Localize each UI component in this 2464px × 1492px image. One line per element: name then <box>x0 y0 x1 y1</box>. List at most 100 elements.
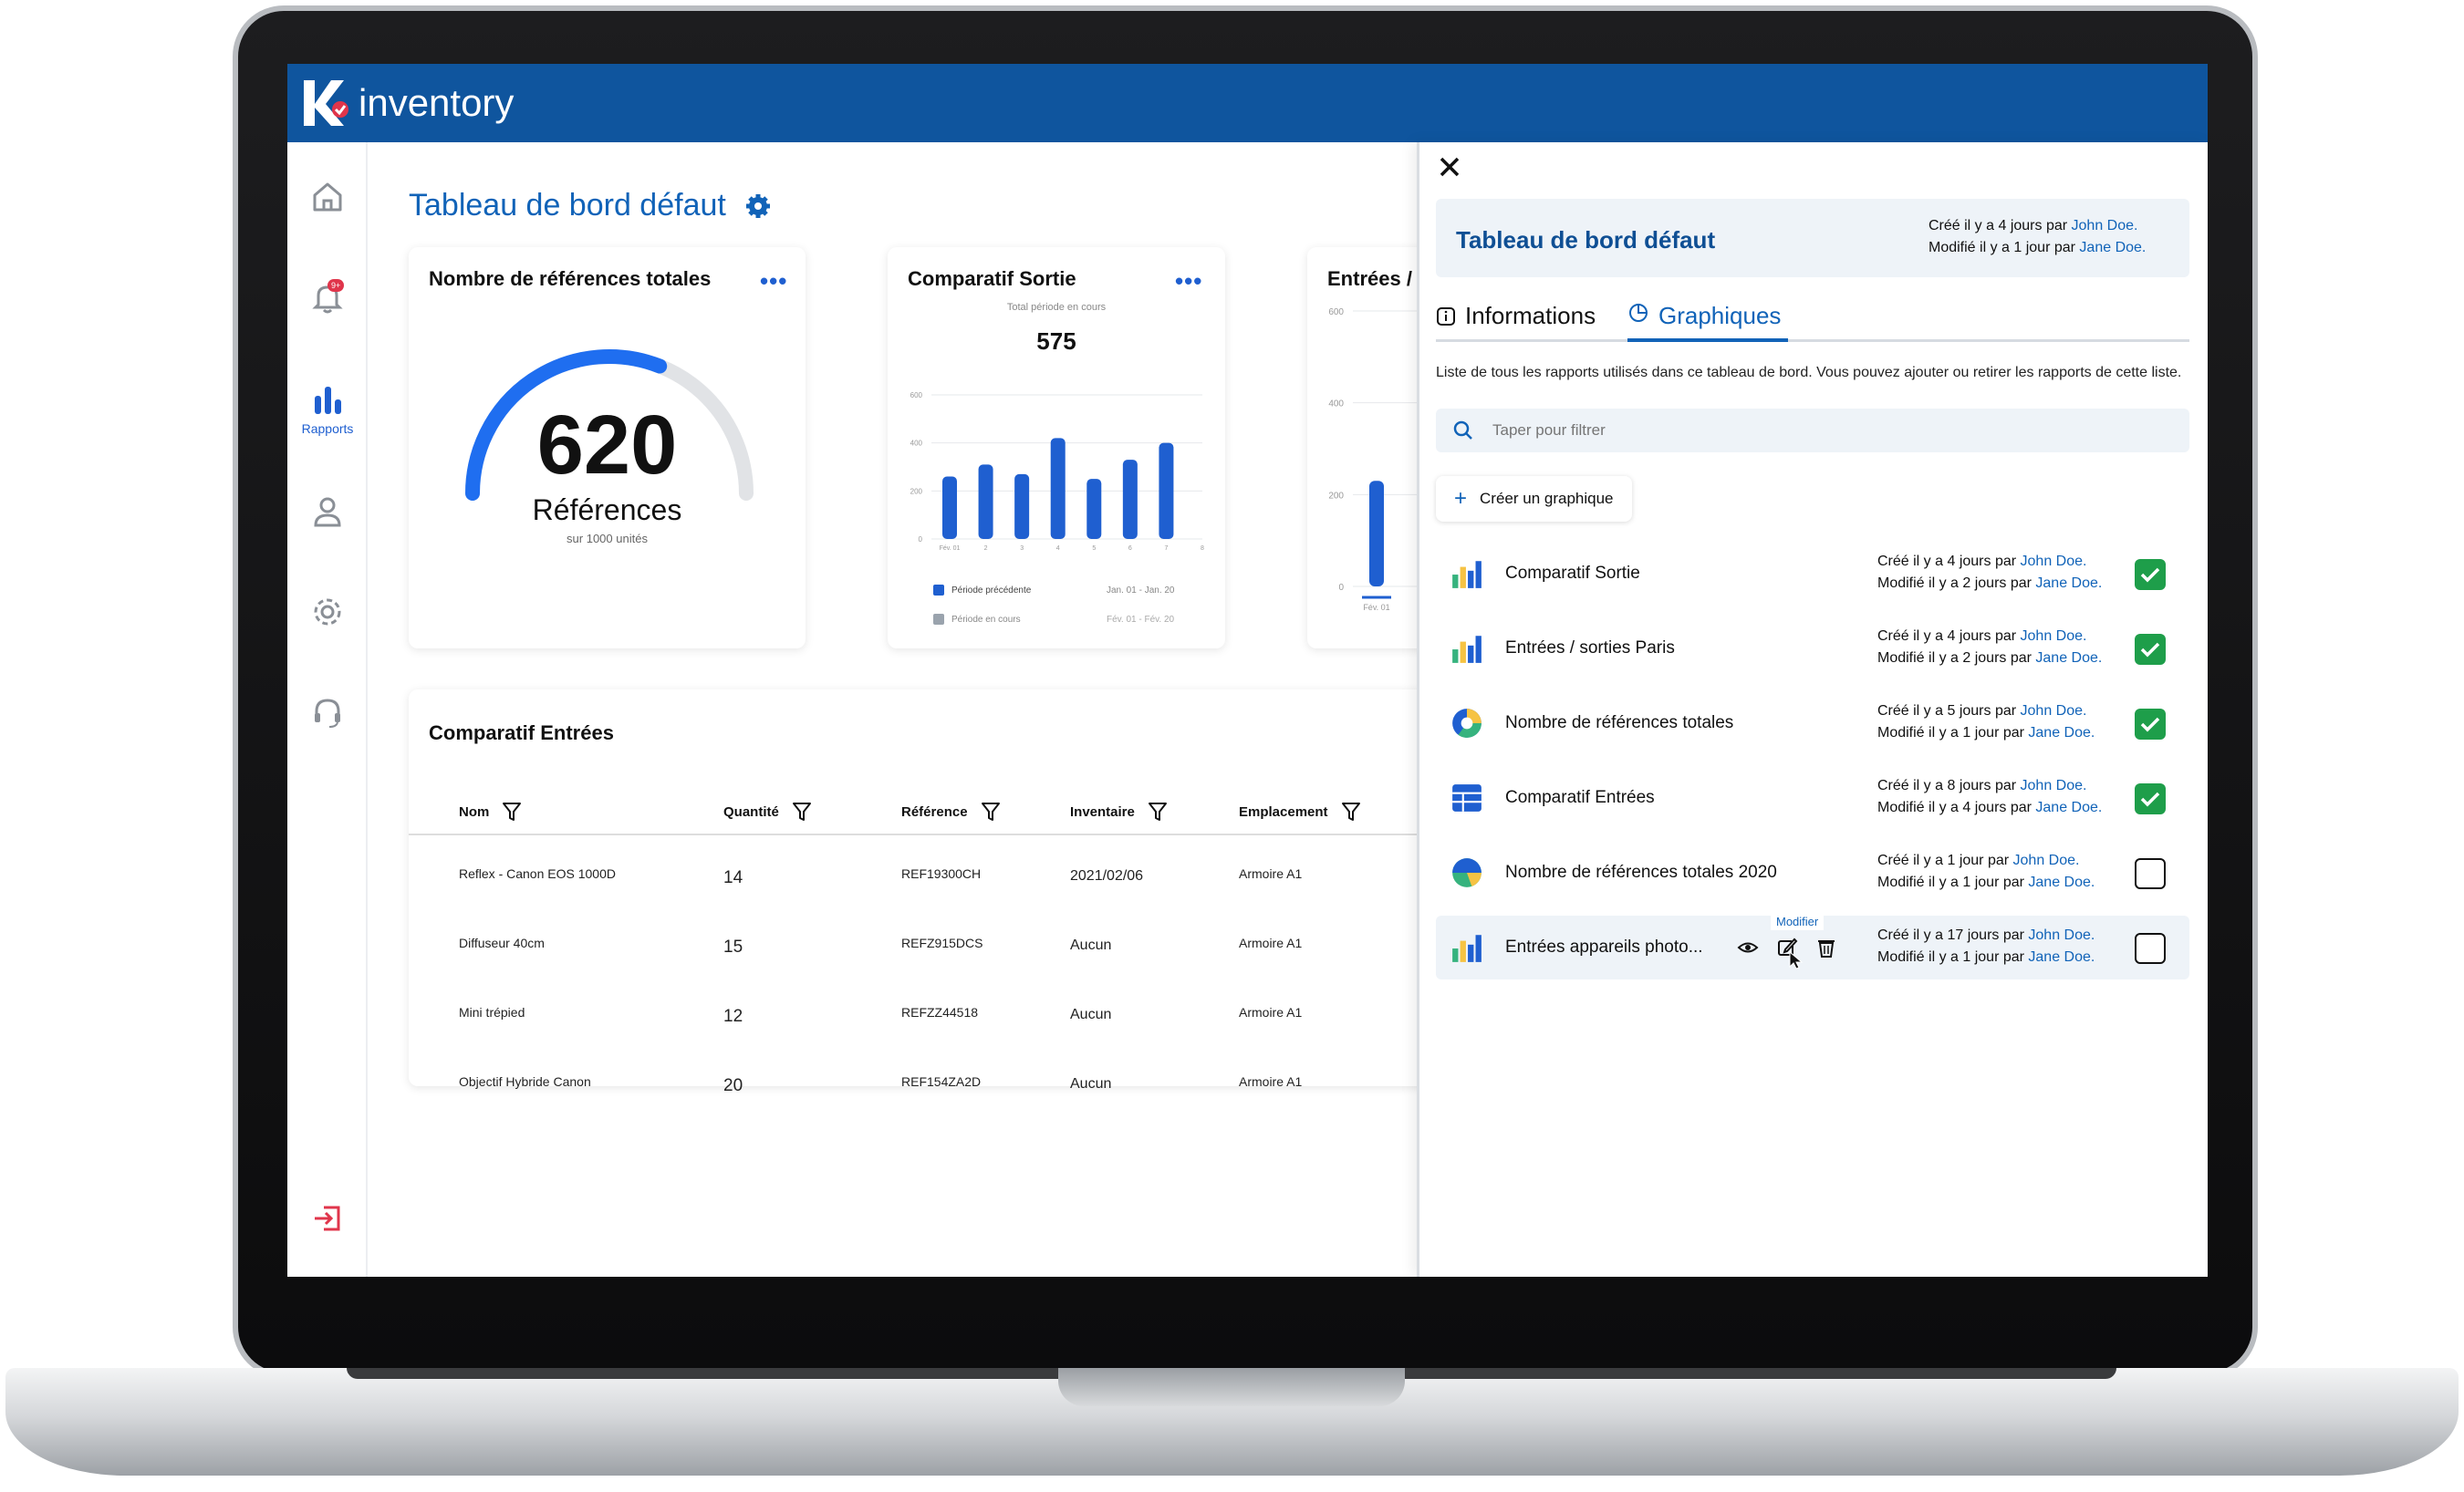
column-header[interactable]: Emplacement <box>1239 801 1361 823</box>
modified-by-link[interactable]: Jane Doe. <box>2035 650 2102 666</box>
report-item[interactable]: Comparatif Sortie Créé il y a 4 jours par… <box>1436 542 2189 606</box>
create-chart-button[interactable]: + Créer un graphique <box>1436 476 1632 522</box>
table-row[interactable]: Diffuseur 40cm 15 REFZ915DCS Aucun Armoire A… <box>409 923 1503 978</box>
created-by-link[interactable]: John Doe. <box>2021 778 2087 793</box>
info-icon <box>1437 306 1455 326</box>
modified-text: Modifié il y a 1 jour par <box>1877 949 2029 965</box>
y-tick-label: 400 <box>1328 399 1344 409</box>
logo-k-icon <box>304 80 348 126</box>
modified-by-link[interactable]: Jane Doe. <box>2028 725 2095 741</box>
modified-by-link[interactable]: Jane Doe. <box>2028 949 2095 965</box>
tab-graphiques[interactable]: Graphiques <box>1627 302 1789 342</box>
column-label: Inventaire <box>1070 803 1135 820</box>
report-checkbox[interactable] <box>2135 858 2166 889</box>
modified-by-link[interactable]: Jane Doe. <box>2079 240 2146 255</box>
report-name: Entrées / sorties Paris <box>1505 638 1675 658</box>
table-cell: 20 <box>723 1076 743 1095</box>
created-by-link[interactable]: John Doe. <box>2021 554 2087 569</box>
created-by-link[interactable]: John Doe. <box>2021 628 2087 644</box>
sidebar-item-support[interactable] <box>287 694 368 730</box>
filter-icon[interactable] <box>792 801 812 823</box>
legend-swatch <box>933 585 944 596</box>
table-header: Nom Quantité Référence Inventaire Emplacemen… <box>409 790 1503 835</box>
sidebar-item-rapports[interactable]: Rapports <box>287 381 368 436</box>
bar <box>1050 438 1066 539</box>
created-by-link[interactable]: John Doe. <box>2021 703 2087 719</box>
comparatif-sortie-chart: 600 400 200 0 Fév. 01 2 3 4 5 6 7 8 <box>910 391 1204 552</box>
created-text: Créé il y a 4 jours par <box>1877 628 2021 644</box>
table-row[interactable]: Reflex - Canon EOS 1000D 14 REF19300CH 2021… <box>409 854 1503 908</box>
column-header[interactable]: Quantité <box>723 801 812 823</box>
column-header[interactable]: Inventaire <box>1070 801 1168 823</box>
tab-informations[interactable]: Informations <box>1436 302 1596 330</box>
report-item[interactable]: Nombre de références totales 2020 Créé il… <box>1436 841 2189 905</box>
sidebar-item-users[interactable] <box>287 493 368 530</box>
table-cell: Aucun <box>1070 1007 1112 1022</box>
trash-icon[interactable] <box>1815 937 1837 958</box>
dashboard-title: Tableau de bord défaut <box>409 188 726 223</box>
eye-icon[interactable] <box>1737 937 1759 958</box>
report-item[interactable]: Entrées / sorties Paris Créé il y a 4 jou… <box>1436 616 2189 680</box>
report-checkbox[interactable] <box>2135 933 2166 964</box>
created-text: Créé il y a 4 jours par <box>1877 554 2021 569</box>
created-by-link[interactable]: John Doe. <box>2072 218 2138 233</box>
logout-icon <box>315 1206 340 1231</box>
more-options-icon[interactable]: ••• <box>1175 267 1202 295</box>
created-by-link[interactable]: John Doe. <box>2028 927 2095 943</box>
filter-input[interactable] <box>1492 421 2131 440</box>
report-checkbox[interactable] <box>2135 709 2166 740</box>
table-row[interactable]: Mini trépied12REFZZ44518AucunArmoire A1N <box>409 992 1503 1047</box>
report-checkbox[interactable] <box>2135 783 2166 814</box>
bar <box>978 464 993 539</box>
y-tick-label: 0 <box>1338 583 1344 593</box>
filter-icon[interactable] <box>1148 801 1168 823</box>
modified-by-link[interactable]: Jane Doe. <box>2035 800 2102 815</box>
modified-by-link[interactable]: Jane Doe. <box>2028 875 2095 890</box>
created-text: Créé il y a 5 jours par <box>1877 703 2021 719</box>
bar <box>942 476 957 539</box>
report-checkbox[interactable] <box>2135 634 2166 665</box>
report-item[interactable]: Comparatif Entrées Créé il y a 8 jours pa… <box>1436 766 2189 830</box>
sidebar-item-home[interactable] <box>287 179 368 215</box>
sidebar-item-settings[interactable] <box>287 594 368 630</box>
filter-icon[interactable] <box>981 801 1001 823</box>
filter-icon[interactable] <box>1341 801 1361 823</box>
column-label: Emplacement <box>1239 803 1328 820</box>
filter-icon[interactable] <box>502 801 522 823</box>
x-tick-label: Fév. 01 <box>1363 603 1389 612</box>
modified-text: Modifié il y a 1 jour par <box>1929 240 2075 255</box>
report-item[interactable]: Nombre de références totales Créé il y a … <box>1436 691 2189 755</box>
pie-chart-icon <box>1452 709 1482 738</box>
bar <box>1369 481 1384 586</box>
report-checkbox[interactable] <box>2135 559 2166 590</box>
table-cell: 2021/02/06 <box>1070 868 1144 884</box>
bar-chart-icon <box>1452 636 1482 663</box>
table-row[interactable]: Objectif Hybride Canon 20 REF154ZA2D Aucun A… <box>409 1062 1503 1116</box>
filter-box[interactable] <box>1436 409 2189 452</box>
total-value: 575 <box>1036 327 1076 355</box>
created-by-link[interactable]: John Doe. <box>2013 853 2080 868</box>
app-logo[interactable]: inventory <box>298 73 514 133</box>
y-tick-label: 200 <box>910 487 923 495</box>
sidebar-item-notifications[interactable]: 9+ <box>287 279 368 316</box>
top-bar: inventory <box>287 64 2208 142</box>
check-icon <box>2140 792 2160 807</box>
legend-name: Période en cours <box>951 614 1021 625</box>
legend-swatch <box>933 614 944 625</box>
tab-label: Informations <box>1465 302 1596 329</box>
column-header[interactable]: Nom <box>459 801 522 823</box>
y-tick-label: 0 <box>919 535 923 544</box>
panel-description: Liste de tous les rapports utilisés dans… <box>1436 365 2182 380</box>
report-meta: Créé il y a 5 jours par John Doe. Modifié… <box>1877 700 2095 744</box>
modified-text: Modifié il y a 4 jours par <box>1877 800 2036 815</box>
modified-by-link[interactable]: Jane Doe. <box>2035 575 2102 591</box>
x-tick-label: 3 <box>1020 545 1024 552</box>
created-text: Créé il y a 4 jours par <box>1929 218 2068 233</box>
column-header[interactable]: Référence <box>901 801 1001 823</box>
gear-icon[interactable] <box>744 192 772 220</box>
close-icon[interactable] <box>1436 153 1463 181</box>
table-cell: Aucun <box>1070 938 1112 953</box>
sidebar-item-logout[interactable] <box>287 1200 368 1237</box>
more-options-icon[interactable]: ••• <box>760 267 787 295</box>
table-cell: 12 <box>723 1007 743 1026</box>
